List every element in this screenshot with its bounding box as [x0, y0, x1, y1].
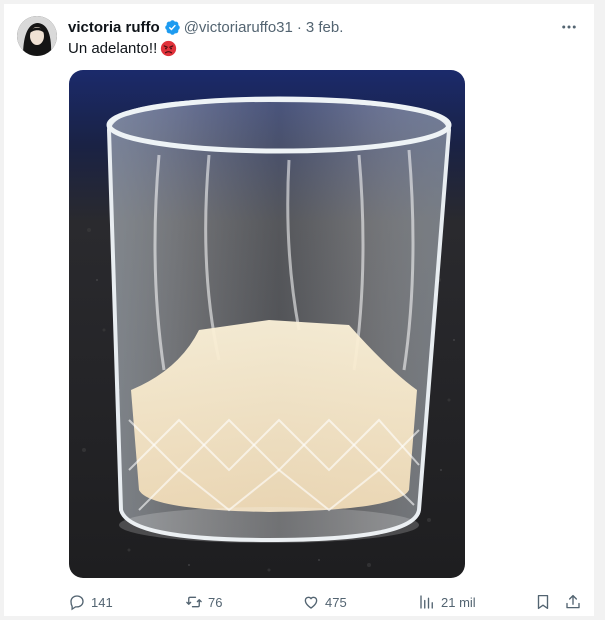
verified-badge-icon	[164, 19, 181, 36]
reply-icon	[70, 595, 84, 611]
bookmark-button[interactable]	[534, 592, 552, 612]
tweet-text-content: Un adelanto!!	[68, 40, 158, 57]
share-button[interactable]	[564, 592, 582, 612]
like-count: 475	[325, 594, 347, 610]
post-date[interactable]: 3 feb.	[306, 19, 344, 36]
tweet-header: victoria ruffo @victoriaruffo31 · 3 feb.	[68, 16, 580, 38]
views-count: 21 mil	[441, 594, 476, 610]
views-button[interactable]: 21 mil	[418, 592, 476, 612]
reply-button[interactable]: 141	[68, 592, 113, 612]
tweet-actions: 141 76 475 21 mil	[68, 592, 582, 612]
tweet-text: Un adelanto!!	[68, 40, 177, 57]
heart-icon	[304, 596, 318, 609]
avatar-image	[17, 16, 57, 56]
more-options-icon[interactable]	[558, 16, 580, 38]
glass-photo	[69, 70, 465, 578]
tweet-image[interactable]	[69, 70, 465, 578]
reply-count: 141	[91, 594, 113, 610]
share-icon	[566, 594, 580, 609]
bookmark-icon	[537, 594, 549, 610]
tweet-card[interactable]: victoria ruffo @victoriaruffo31 · 3 feb.…	[4, 4, 594, 616]
repost-button[interactable]: 76	[185, 592, 222, 612]
author-handle[interactable]: @victoriaruffo31	[184, 19, 293, 36]
analytics-icon	[420, 595, 433, 609]
like-button[interactable]: 475	[302, 592, 347, 612]
repost-icon	[186, 596, 202, 608]
angry-face-icon	[160, 40, 177, 57]
separator-dot: ·	[296, 18, 302, 36]
author-name[interactable]: victoria ruffo	[68, 19, 160, 36]
avatar[interactable]	[17, 16, 57, 56]
repost-count: 76	[208, 594, 223, 610]
